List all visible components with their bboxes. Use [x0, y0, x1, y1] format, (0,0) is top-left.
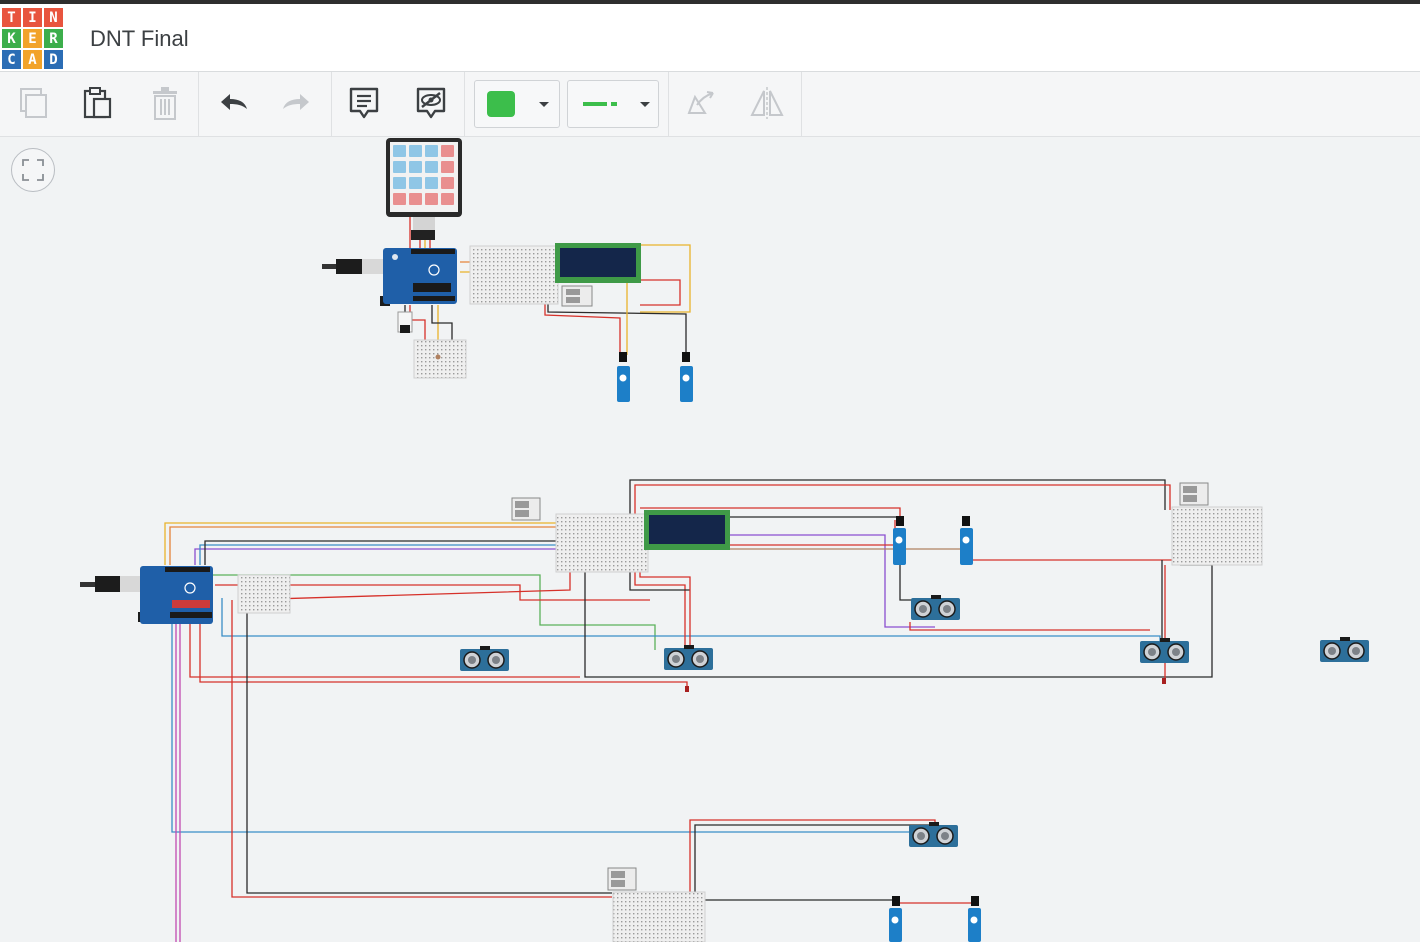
keypad-key [441, 145, 454, 157]
circuit-canvas[interactable] [0, 137, 1420, 942]
arduino-uno-bottom[interactable] [80, 566, 213, 624]
paste-icon [83, 87, 112, 119]
keypad-key [425, 177, 438, 189]
keypad-key [425, 193, 438, 205]
project-title[interactable]: DNT Final [90, 26, 189, 52]
keypad-key [409, 161, 422, 173]
breadboard-top[interactable] [469, 245, 559, 305]
keypad-component[interactable] [386, 138, 462, 240]
undo-button[interactable] [210, 80, 256, 126]
mini-breadboard-bottom[interactable] [237, 574, 291, 614]
keypad-key [393, 161, 406, 173]
trash-icon [153, 87, 177, 120]
logo-letter: I [23, 8, 42, 27]
copy-icon [20, 88, 47, 118]
ultrasonic-sensor[interactable] [909, 822, 958, 847]
logo-letter: A [23, 50, 42, 69]
color-swatch [487, 91, 515, 117]
ultrasonic-sensor[interactable] [1140, 638, 1189, 663]
undo-icon [221, 94, 247, 110]
toggle-notes-button[interactable] [408, 80, 454, 126]
straight-wire-icon [583, 102, 617, 106]
chevron-down-icon [539, 102, 549, 107]
ultrasonic-sensor[interactable] [664, 645, 713, 670]
keypad-key [409, 193, 422, 205]
breadboard-right[interactable] [1171, 506, 1263, 566]
breadboard-main[interactable] [555, 513, 649, 573]
ultrasonic-sensor[interactable] [460, 646, 509, 671]
keypad-key [441, 193, 454, 205]
logo-letter: C [2, 50, 21, 69]
servo-mid-2[interactable] [960, 516, 973, 565]
delete-button[interactable] [142, 80, 188, 126]
hide-notes-icon [416, 87, 446, 119]
lcd-display-top[interactable] [555, 243, 641, 283]
flip-icon [750, 87, 784, 119]
notes-icon [349, 87, 379, 119]
servo-top-1[interactable] [617, 352, 630, 402]
lcd-display-bottom[interactable] [644, 510, 730, 550]
top-circuit [322, 138, 693, 402]
redo-icon [283, 94, 309, 110]
chevron-down-icon [640, 102, 650, 107]
keypad-key [441, 161, 454, 173]
copy-button[interactable] [10, 80, 56, 126]
logo-letter: K [2, 29, 21, 48]
keypad-key [425, 161, 438, 173]
toolbar [0, 72, 1420, 137]
flip-button[interactable] [744, 80, 790, 126]
rotate-button[interactable] [676, 80, 722, 126]
ultrasonic-sensor[interactable] [1320, 637, 1369, 662]
keypad-key [409, 145, 422, 157]
logo-letter: E [23, 29, 42, 48]
ultrasonic-sensor[interactable] [911, 595, 960, 620]
fit-view-button[interactable] [11, 148, 55, 192]
rotate-icon [687, 91, 714, 114]
notes-button[interactable] [341, 80, 387, 126]
keypad-key [393, 177, 406, 189]
keypad-key [409, 177, 422, 189]
wire-type-dropdown[interactable] [567, 80, 659, 128]
keypad-key [441, 177, 454, 189]
servo-top-2[interactable] [680, 352, 693, 402]
wire-color-dropdown[interactable] [474, 80, 560, 128]
paste-button[interactable] [74, 80, 120, 126]
fullscreen-corners-icon [22, 159, 44, 181]
logo-letter: T [2, 8, 21, 27]
bottom-circuit [80, 479, 1369, 942]
logo-letter: D [44, 50, 63, 69]
keypad-key [425, 145, 438, 157]
app-header: TIN KER CAD DNT Final [0, 4, 1420, 72]
mini-breadboard[interactable] [413, 339, 467, 379]
keypad-key [393, 145, 406, 157]
arduino-uno-top[interactable] [322, 248, 457, 306]
logo-letter: N [44, 8, 63, 27]
breadboard-lower[interactable] [612, 891, 706, 942]
logo-letter: R [44, 29, 63, 48]
redo-button[interactable] [274, 80, 320, 126]
keypad-key [393, 193, 406, 205]
tinkercad-logo[interactable]: TIN KER CAD [2, 8, 64, 70]
